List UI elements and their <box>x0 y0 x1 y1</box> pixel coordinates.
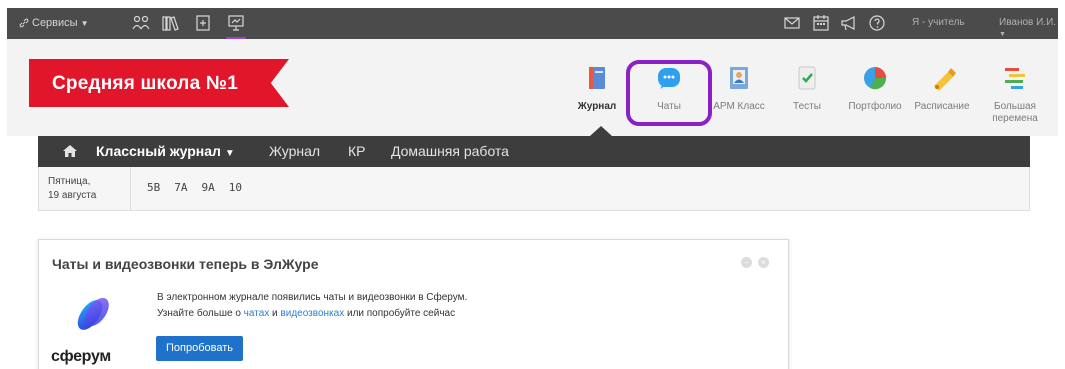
chevron-down-icon: ▼ <box>224 148 235 159</box>
promo-card: Чаты и видеозвонки теперь в ЭлЖуре − × с… <box>38 239 789 369</box>
day-of-week: Пятница, <box>48 176 91 187</box>
class-list: 5В 7А 9А 10 <box>147 181 242 194</box>
mail-icon[interactable] <box>783 14 801 32</box>
app-journal[interactable]: Журнал <box>560 64 634 113</box>
app-big-break[interactable]: Большая перемена <box>978 64 1052 125</box>
class-link[interactable]: 7А <box>174 181 187 194</box>
line2-suffix: или попробуйте сейчас <box>344 308 456 319</box>
date-text: 19 августа <box>48 190 97 201</box>
chats-highlight <box>626 60 712 126</box>
try-button[interactable]: Попробовать <box>156 336 243 361</box>
line2-prefix: Узнайте больше о <box>157 308 244 319</box>
sferum-wordmark: сферум <box>51 348 111 365</box>
arm-class-icon <box>725 64 753 92</box>
nav-kr[interactable]: КР <box>348 143 366 159</box>
chevron-down-icon: ▼ <box>80 18 89 28</box>
card-line-1: В электронном журнале появились чаты и в… <box>157 292 468 303</box>
app-label: Журнал <box>577 101 617 112</box>
link-icon <box>19 18 29 28</box>
card-text: В электронном журнале появились чаты и в… <box>157 290 467 322</box>
home-icon[interactable] <box>62 143 78 159</box>
nav-bar: Классный журнал ▼ Журнал КР Домашняя раб… <box>38 136 1030 167</box>
top-bar: Сервисы ▼ Я - учитель Иванов И.И. ▼ <box>7 8 1058 39</box>
sferum-logo <box>73 293 113 333</box>
class-link[interactable]: 9А <box>202 181 215 194</box>
date-cell: Пятница, 19 августа <box>39 167 131 210</box>
app-schedule[interactable]: Расписание <box>905 64 979 113</box>
card-line-2: Узнайте больше о чатах и видеозвонках ил… <box>157 306 467 322</box>
nav-class-journal[interactable]: Классный журнал ▼ <box>96 143 235 159</box>
school-title: Средняя школа №1 <box>52 73 238 94</box>
app-portfolio[interactable]: Портфолио <box>838 64 912 113</box>
services-label: Сервисы <box>32 17 78 29</box>
minimize-icon[interactable]: − <box>741 257 752 268</box>
portfolio-icon <box>861 64 889 92</box>
app-label: АРМ Класс <box>713 101 765 112</box>
app-label: Портфолио <box>848 101 902 112</box>
user-name: Иванов И.И. <box>999 17 1057 28</box>
megaphone-icon[interactable] <box>840 14 858 32</box>
page: Сервисы ▼ Я - учитель Иванов И.И. ▼ Сред… <box>0 0 1065 369</box>
app-label: Расписание <box>914 101 970 112</box>
nav-pointer <box>590 126 612 136</box>
journal-icon <box>583 64 611 92</box>
close-icon[interactable]: × <box>758 257 769 268</box>
class-link[interactable]: 10 <box>229 181 242 194</box>
chevron-down-icon: ▼ <box>999 31 1006 38</box>
document-icon[interactable] <box>194 14 212 32</box>
app-tests[interactable]: Тесты <box>770 64 844 113</box>
people-icon[interactable] <box>132 14 150 32</box>
nav-journal[interactable]: Журнал <box>269 143 320 159</box>
tests-icon <box>793 64 821 92</box>
nav-label: Классный журнал <box>96 143 221 159</box>
chats-link[interactable]: чатах <box>244 308 270 319</box>
line2-and: и <box>269 308 281 319</box>
services-menu[interactable]: Сервисы ▼ <box>19 17 89 29</box>
calendar-icon[interactable] <box>812 14 830 32</box>
user-role[interactable]: Я - учитель <box>912 17 965 28</box>
books-icon[interactable] <box>161 14 179 32</box>
app-arm-class[interactable]: АРМ Класс <box>702 64 776 113</box>
app-label: Большая перемена <box>992 101 1038 124</box>
app-label: Тесты <box>793 101 821 112</box>
nav-homework[interactable]: Домашняя работа <box>391 143 509 159</box>
class-link[interactable]: 5В <box>147 181 160 194</box>
user-menu[interactable]: Иванов И.И. ▼ <box>999 17 1058 39</box>
card-title: Чаты и видеозвонки теперь в ЭлЖуре <box>52 256 319 272</box>
date-row: Пятница, 19 августа 5В 7А 9А 10 <box>38 167 1030 211</box>
big-break-icon <box>1001 64 1029 92</box>
schedule-icon <box>928 64 956 92</box>
presentation-icon[interactable] <box>227 14 245 32</box>
help-icon[interactable] <box>868 14 886 32</box>
video-calls-link[interactable]: видеозвонках <box>280 308 344 319</box>
